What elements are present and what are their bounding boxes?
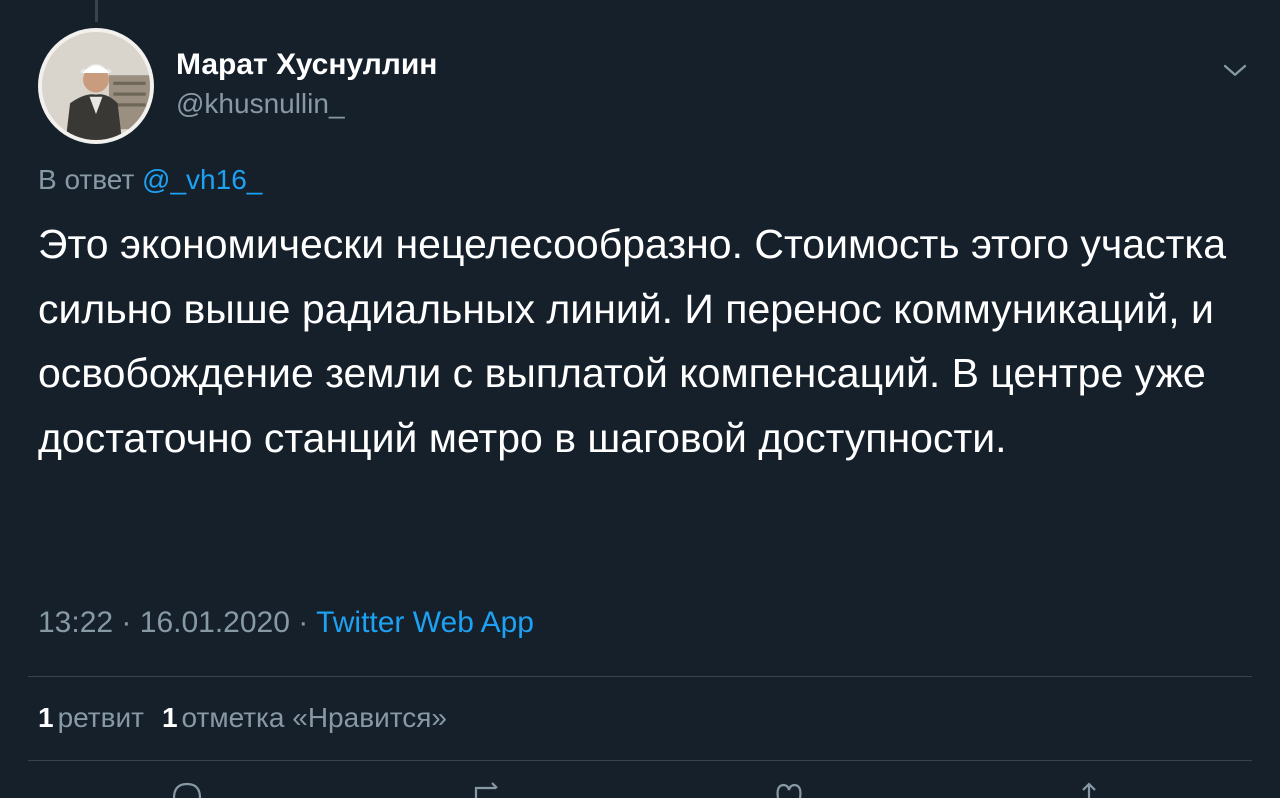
tweet-source-link[interactable]: Twitter Web App: [316, 606, 534, 639]
reply-mention-link[interactable]: @_vh16_: [142, 164, 262, 195]
divider: [28, 676, 1252, 677]
reply-icon[interactable]: [170, 778, 204, 798]
likes-label: отметка «Нравится»: [181, 702, 447, 733]
likes-count: 1: [161, 702, 178, 733]
user-name[interactable]: Марат Хуснуллин: [176, 48, 437, 82]
reply-prefix: В ответ: [38, 164, 135, 195]
meta-separator: ·: [121, 606, 132, 639]
avatar-photo: [42, 32, 150, 140]
thread-connector-line: [95, 0, 98, 22]
user-handle[interactable]: @khusnullin_: [176, 88, 345, 120]
likes-stat[interactable]: 1 отметка «Нравится»: [162, 702, 447, 733]
tweet-meta: 13:22 · 16.01.2020 · Twitter Web App: [38, 606, 534, 640]
retweets-label: ретвит: [57, 702, 144, 733]
avatar[interactable]: [38, 28, 154, 144]
retweet-icon[interactable]: [470, 778, 504, 798]
like-icon[interactable]: [772, 778, 806, 798]
meta-separator: ·: [298, 606, 309, 639]
share-icon[interactable]: [1072, 778, 1106, 798]
chevron-down-icon[interactable]: [1220, 56, 1250, 86]
divider: [28, 760, 1252, 761]
reply-context: В ответ @_vh16_: [38, 164, 262, 196]
tweet-text: Это экономически нецелесообразно. Стоимо…: [38, 221, 1226, 461]
retweets-count: 1: [38, 702, 54, 733]
retweets-stat[interactable]: 1 ретвит: [38, 702, 144, 733]
tweet-stats: 1 ретвит 1 отметка «Нравится»: [38, 702, 447, 734]
tweet-date[interactable]: 16.01.2020: [140, 606, 290, 639]
tweet-time[interactable]: 13:22: [38, 606, 113, 639]
